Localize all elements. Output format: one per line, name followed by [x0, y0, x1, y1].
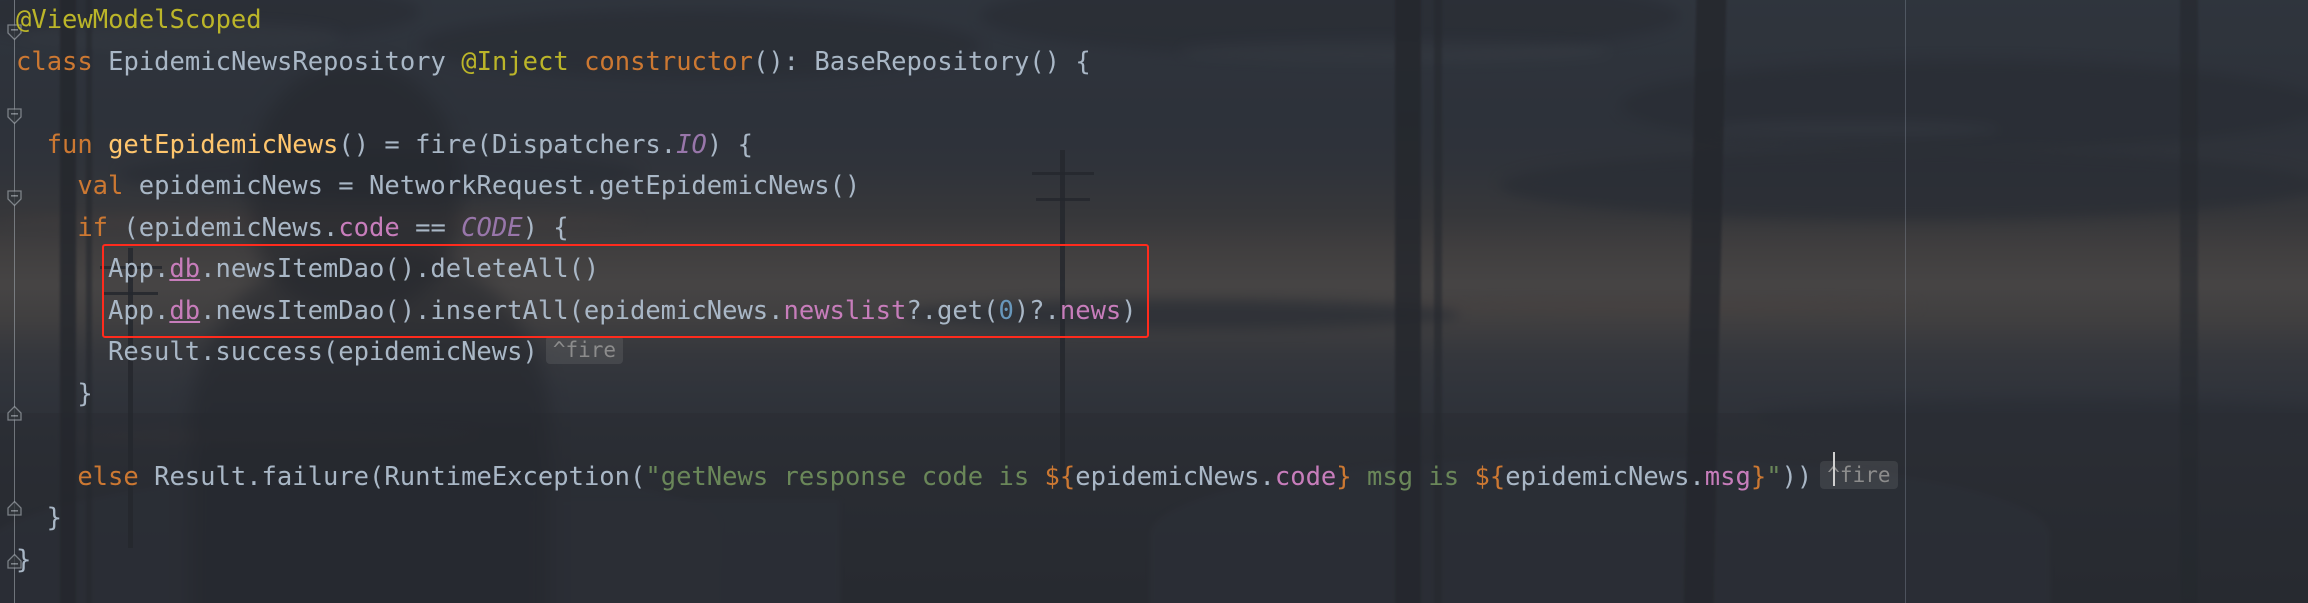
code-token: @Inject: [461, 46, 569, 77]
code-token: epidemicNews.: [1075, 461, 1275, 492]
code-token: newslist: [783, 295, 907, 326]
code-token: .newsItemDao().deleteAll(): [200, 254, 600, 284]
code-token: EpidemicNewsRepository: [108, 46, 446, 77]
code-token: }: [1750, 461, 1767, 492]
inlay-hint-fire[interactable]: ^fire: [1820, 460, 1898, 489]
code-line[interactable]: @ViewModelScoped: [16, 0, 262, 42]
code-token: .newsItemDao().insertAll(epidemicNews.: [200, 295, 784, 326]
code-token: val: [77, 171, 124, 201]
text-caret: [1833, 452, 1835, 486]
code-line[interactable]: if (epidemicNews.code == CODE) {: [77, 208, 568, 250]
code-token: msg is: [1351, 461, 1475, 492]
code-token: )): [1781, 461, 1813, 492]
code-token: }: [46, 503, 63, 533]
code-editor-viewport[interactable]: @ViewModelScoped class EpidemicNewsReposi…: [0, 0, 2308, 603]
code-token: ${: [1044, 461, 1076, 492]
code-token: constructor: [584, 46, 753, 77]
code-token: @ViewModelScoped: [16, 5, 262, 35]
code-token: )?.: [1013, 295, 1060, 326]
code-token: App.: [107, 295, 170, 326]
code-token: class: [16, 46, 93, 77]
code-token: code: [1274, 461, 1337, 492]
code-token: (): BaseRepository() {: [752, 46, 1091, 77]
code-token: fun: [46, 129, 93, 160]
code-token: }: [16, 544, 32, 575]
code-token: ) {: [706, 129, 753, 160]
code-line[interactable]: val epidemicNews = NetworkRequest.getEpi…: [77, 166, 860, 208]
code-token: ?.get(: [906, 295, 999, 326]
code-token: Result.failure(RuntimeException(: [138, 461, 646, 492]
code-token: msg: [1704, 461, 1751, 492]
code-token: db: [169, 254, 201, 284]
code-token: CODE: [461, 212, 523, 243]
code-token: }: [1336, 461, 1352, 492]
code-token: 0: [998, 295, 1014, 326]
code-token: }: [77, 378, 93, 409]
code-token: epidemicNews.: [1505, 461, 1705, 492]
code-line[interactable]: else Result.failure(RuntimeException("ge…: [77, 457, 1898, 499]
code-line[interactable]: }: [77, 374, 92, 416]
code-token: ) {: [522, 212, 569, 243]
code-line[interactable]: class EpidemicNewsRepository @Inject con…: [16, 42, 1091, 84]
code-line[interactable]: App.db.newsItemDao().deleteAll(): [108, 249, 599, 291]
code-token: () = fire(Dispatchers.: [338, 129, 677, 160]
code-token: ": [1766, 461, 1782, 492]
code-token: ): [1121, 295, 1137, 326]
code-line[interactable]: }: [47, 498, 62, 540]
code-content[interactable]: @ViewModelScoped class EpidemicNewsReposi…: [0, 0, 2308, 603]
inlay-hint-fire[interactable]: ^fire: [545, 336, 624, 364]
code-token: code: [338, 212, 400, 243]
code-line[interactable]: App.db.newsItemDao().insertAll(epidemicN…: [108, 291, 1137, 333]
code-line[interactable]: fun getEpidemicNews() = fire(Dispatchers…: [47, 125, 753, 167]
code-token: App.: [107, 254, 170, 284]
indent-guide: [1905, 0, 1906, 603]
code-token: IO: [676, 129, 707, 160]
code-token: else: [77, 461, 139, 492]
code-token: ==: [399, 212, 462, 243]
code-token: getEpidemicNews: [108, 129, 339, 160]
code-token: "getNews response code is: [645, 461, 1045, 492]
code-line[interactable]: }: [16, 540, 31, 582]
code-line[interactable]: Result.success(epidemicNews) ^fire: [107, 332, 624, 374]
code-token: db: [169, 295, 201, 326]
code-token: Result.success(epidemicNews): [107, 337, 538, 367]
code-token: epidemicNews = NetworkRequest.getEpidemi…: [123, 171, 861, 201]
code-token: if: [77, 212, 109, 243]
code-token: news: [1059, 295, 1122, 326]
code-token: (epidemicNews.: [108, 212, 339, 243]
code-token: ${: [1474, 461, 1506, 492]
